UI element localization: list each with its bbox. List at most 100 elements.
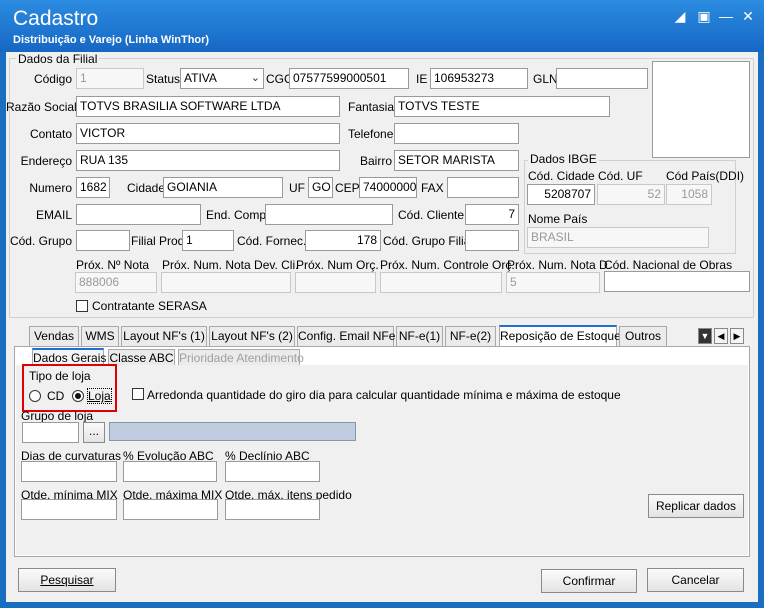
end-comp-field[interactable] (265, 204, 393, 225)
tab-nfe-2[interactable]: NF-e(2) (445, 326, 496, 346)
qtde-minima-field[interactable] (21, 499, 117, 520)
end-comp-label: End. Comp. (206, 208, 270, 222)
arredonda-label: Arredonda quantidade do giro dia para ca… (147, 388, 621, 402)
prox-nota-dev-field[interactable] (161, 272, 291, 293)
fantasia-label: Fantasia (348, 100, 395, 114)
window-toggle-icon[interactable]: ▣ (694, 8, 714, 25)
bairro-field[interactable]: SETOR MARISTA (394, 150, 519, 171)
subtab-prioridade-atendimento[interactable]: Prioridade Atendimento (178, 349, 304, 366)
cod-obras-field[interactable] (604, 271, 750, 292)
filial-prod-label: Filial Prod. (131, 234, 188, 248)
tab-menu-icon[interactable]: ▼ (698, 328, 712, 344)
cod-fornec-field[interactable]: 178 (305, 230, 381, 251)
tab-nfe-1[interactable]: NF-e(1) (396, 326, 443, 346)
serasa-label: Contratante SERASA (92, 299, 207, 313)
cod-pais-label: Cód País(DDI) (666, 169, 745, 183)
subtab-classe-abc[interactable]: Classe ABC (108, 349, 175, 366)
tab-scroll-right-icon[interactable]: ▶ (730, 328, 744, 344)
qtde-max-itens-field[interactable] (225, 499, 320, 520)
tab-layout-nf-1[interactable]: Layout NF's (1) (121, 326, 207, 346)
tab-outros[interactable]: Outros (619, 326, 667, 346)
radio-cd[interactable] (29, 390, 41, 402)
declinio-abc-field[interactable] (225, 461, 320, 482)
cod-grupo-filial-field[interactable] (465, 230, 519, 251)
cep-field[interactable]: 74000000 (359, 177, 417, 198)
endereco-field[interactable]: RUA 135 (76, 150, 340, 171)
cod-uf-field[interactable]: 52 (597, 184, 665, 205)
email-label: EMAIL (35, 208, 72, 222)
close-icon[interactable]: ✕ (738, 8, 758, 25)
confirmar-button[interactable]: Confirmar (541, 569, 637, 593)
contato-label: Contato (29, 127, 72, 141)
cgc-field[interactable]: 07577599000501 (289, 68, 409, 89)
prox-nota-label: Próx. Nº Nota (76, 258, 150, 272)
logo-image-box[interactable] (652, 61, 750, 158)
ie-label: IE (416, 72, 428, 86)
dias-curvaturas-field[interactable] (21, 461, 117, 482)
telefone-field[interactable] (394, 123, 519, 144)
razao-social-field[interactable]: TOTVS BRASILIA SOFTWARE LTDA (76, 96, 340, 117)
gln-field[interactable] (556, 68, 648, 89)
codigo-field[interactable]: 1 (76, 68, 144, 89)
cep-label: CEP (335, 181, 360, 195)
tab-wms[interactable]: WMS (81, 326, 119, 346)
qtde-maxima-field[interactable] (123, 499, 218, 520)
grupo-loja-field[interactable] (22, 422, 79, 443)
prox-nota-d-field[interactable]: 5 (506, 272, 600, 293)
uf-field[interactable]: GO (308, 177, 333, 198)
cod-uf-label: Cód. UF (598, 169, 643, 183)
status-label: Status (146, 72, 181, 86)
prox-nota-field[interactable]: 888006 (75, 272, 157, 293)
grupo-loja-browse-button[interactable]: ... (83, 422, 105, 443)
cidade-field[interactable]: GOIANIA (163, 177, 283, 198)
nome-pais-field[interactable]: BRASIL (527, 227, 709, 248)
grupo-loja-label: Grupo de loja (21, 409, 94, 423)
subtab-dados-gerais[interactable]: Dados Gerais (32, 348, 106, 365)
prox-orc-field[interactable] (295, 272, 376, 293)
cancelar-button[interactable]: Cancelar (647, 568, 744, 592)
tab-reposicao-estoque[interactable]: Reposição de Estoque (499, 325, 621, 346)
evolucao-abc-field[interactable] (123, 461, 217, 482)
cod-obras-label: Cód. Nacional de Obras (604, 258, 733, 272)
radio-cd-label: CD (47, 389, 65, 403)
contato-field[interactable]: VICTOR (76, 123, 340, 144)
pesquisar-button[interactable]: Pesquisar (18, 568, 116, 592)
serasa-checkbox[interactable] (76, 300, 88, 312)
email-field[interactable] (76, 204, 201, 225)
tab-layout-nf-2[interactable]: Layout NF's (2) (209, 326, 295, 346)
replicar-dados-button[interactable]: Replicar dados (648, 494, 744, 518)
razao-social-label: Razão Social (6, 100, 77, 114)
minimize-icon[interactable]: — (716, 8, 736, 24)
prox-controle-label: Próx. Num. Controle Orç. (380, 258, 515, 272)
ie-field[interactable]: 106953273 (430, 68, 528, 89)
filial-prod-field[interactable]: 1 (182, 230, 234, 251)
cod-cliente-field[interactable]: 7 (465, 204, 519, 225)
gln-label: GLN (533, 72, 558, 86)
cod-cliente-label: Cód. Cliente (398, 208, 465, 222)
nome-pais-label: Nome País (528, 212, 588, 226)
highlight-box (22, 364, 117, 412)
numero-label: Numero (29, 181, 72, 195)
fax-label: FAX (421, 181, 444, 195)
prox-controle-field[interactable] (380, 272, 502, 293)
arredonda-checkbox[interactable] (132, 388, 144, 400)
status-select[interactable]: ATIVA ⌄ (180, 68, 264, 89)
restore-icon[interactable]: ◢ (670, 8, 690, 25)
prox-nota-d-label: Próx. Num. Nota D. (507, 258, 612, 272)
form-body: Dados da Filial Código 1 Status ATIVA ⌄ C… (6, 52, 758, 602)
cod-cidade-field[interactable]: 5208707 (527, 184, 595, 205)
cod-pais-field[interactable]: 1058 (666, 184, 712, 205)
cod-grupo-label: Cód. Grupo (9, 234, 72, 248)
fax-field[interactable] (447, 177, 519, 198)
radio-loja[interactable] (72, 390, 84, 402)
endereco-label: Endereço (20, 154, 72, 168)
tab-vendas[interactable]: Vendas (29, 326, 79, 346)
cod-grupo-field[interactable] (76, 230, 130, 251)
numero-field[interactable]: 1682 (76, 177, 110, 198)
tab-scroll-left-icon[interactable]: ◀ (714, 328, 728, 344)
fantasia-field[interactable]: TOTVS TESTE (394, 96, 610, 117)
prox-nota-dev-label: Próx. Num. Nota Dev. Cli. (162, 258, 299, 272)
chevron-down-icon: ⌄ (250, 72, 260, 84)
cod-fornec-label: Cód. Fornec. (237, 234, 307, 248)
tab-config-email-nfe[interactable]: Config. Email NFe (297, 326, 395, 346)
